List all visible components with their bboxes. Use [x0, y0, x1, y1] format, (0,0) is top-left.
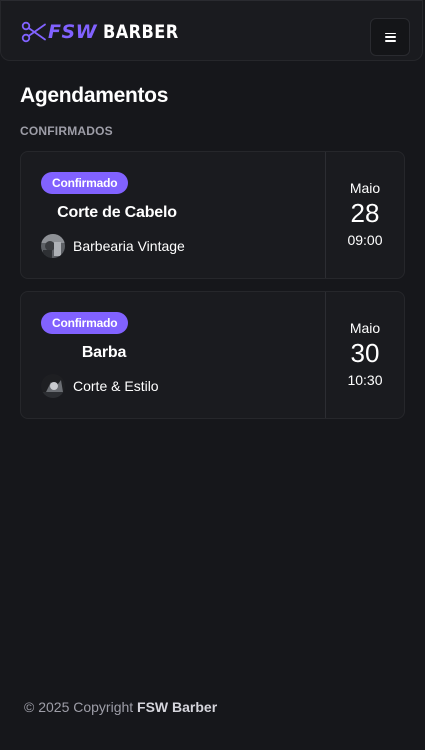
booking-date: Maio 28 09:00 — [326, 152, 404, 278]
status-badge: Confirmado — [41, 172, 129, 194]
logo-name: BARBER — [103, 20, 179, 43]
barbershop-info: Corte & Estilo — [41, 374, 159, 398]
booking-month: Maio — [349, 320, 381, 336]
footer: © 2025 Copyright FSW Barber — [24, 699, 217, 715]
page-title: Agendamentos — [20, 84, 169, 107]
booking-date: Maio 30 10:30 — [326, 292, 404, 418]
menu-button[interactable] — [370, 18, 410, 56]
hamburger-icon — [384, 32, 396, 42]
barbershop-info: Barbearia Vintage — [41, 234, 185, 258]
footer-brand: FSW Barber — [137, 699, 218, 715]
scissors-icon — [21, 21, 46, 43]
avatar — [41, 374, 65, 398]
booking-month: Maio — [349, 180, 381, 196]
booking-details: Confirmado Barba Corte & Estilo — [21, 292, 326, 418]
status-badge: Confirmado — [41, 312, 129, 334]
barbershop-name: Barbearia Vintage — [73, 238, 185, 254]
booking-card[interactable]: Confirmado Barba Corte & Estilo Maio 30 … — [20, 291, 405, 419]
logo-prefix: FSW — [48, 20, 98, 43]
booking-card[interactable]: Confirmado Corte de Cabelo Barbearia Vin… — [20, 151, 405, 279]
booking-time: 09:00 — [347, 232, 383, 248]
booking-time: 10:30 — [347, 372, 383, 388]
service-name: Barba — [81, 344, 127, 361]
logo[interactable]: FSW BARBER — [21, 20, 192, 44]
app-header: FSW BARBER — [0, 0, 423, 61]
booking-details: Confirmado Corte de Cabelo Barbearia Vin… — [21, 152, 326, 278]
avatar — [41, 234, 65, 258]
booking-day: 30 — [350, 338, 380, 368]
footer-copyright: © 2025 Copyright — [24, 699, 134, 715]
barbershop-name: Corte & Estilo — [73, 378, 159, 394]
booking-day: 28 — [350, 198, 380, 228]
service-name: Corte de Cabelo — [57, 204, 177, 221]
section-label: CONFIRMADOS — [20, 124, 113, 138]
